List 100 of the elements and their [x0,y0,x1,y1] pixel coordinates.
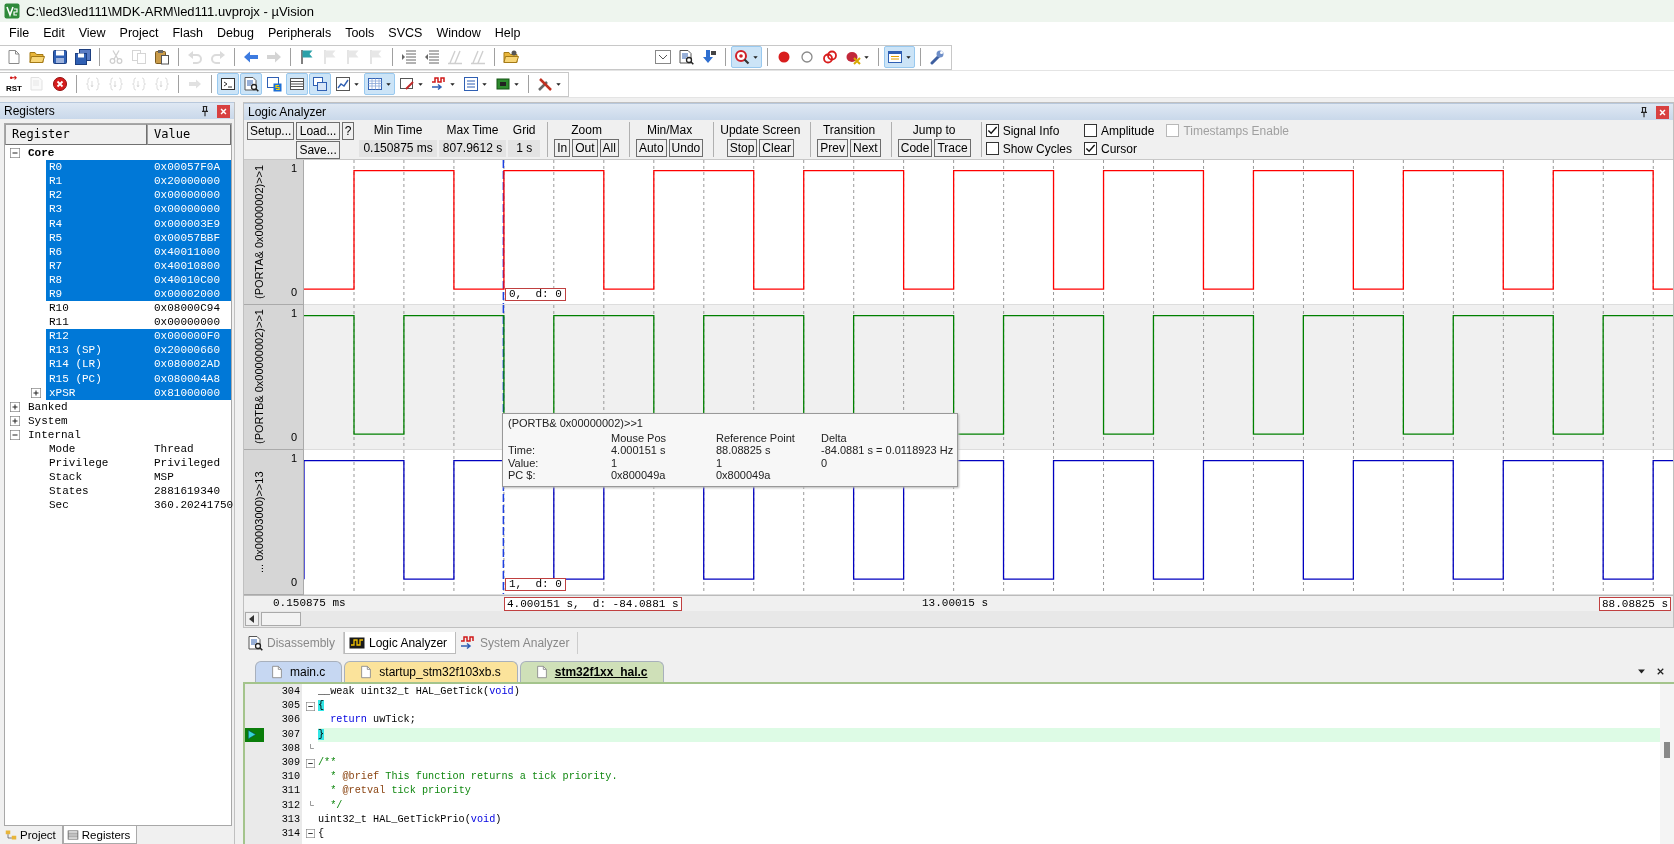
view-tab[interactable]: Logic Analyzer [344,632,457,654]
group-label: Update Screen [720,122,801,138]
register-value: 0x00000000 [154,189,220,202]
menu-item[interactable]: Window [429,24,488,42]
register-name: R8 [49,273,64,286]
toolbar-button[interactable] [240,73,262,95]
button[interactable]: In [554,139,571,157]
menu-item[interactable]: SVCS [381,24,430,42]
toolbar-button[interactable] [72,46,94,68]
menu-item[interactable]: View [71,24,113,42]
plus-box-icon[interactable] [10,401,20,412]
plus-box-icon[interactable] [10,415,20,426]
register-value: 0x00057BBF [154,231,220,244]
button[interactable]: Out [572,139,598,157]
panel-tab[interactable]: Registers [62,826,138,844]
tree-row[interactable]: Stack MSP [46,470,231,485]
scrollbar-thumb[interactable] [261,612,301,626]
register-name: R14 (LR) [49,358,103,371]
close-icon[interactable] [1656,105,1669,119]
button[interactable]: Prev [817,139,849,157]
menu-item[interactable]: Project [112,24,166,42]
menu-item[interactable]: Peripherals [260,24,339,42]
toolbar-button[interactable] [364,73,395,95]
tree-row[interactable]: Mode Thread [46,441,231,457]
tree-row[interactable]: States 2881619340 [46,484,231,499]
scrollbar-thumb[interactable] [1664,742,1670,758]
button[interactable]: Load... [296,122,340,140]
tree-row[interactable]: R2 0x00000000 [46,188,231,203]
menu-item[interactable]: File [2,24,37,42]
tree-row[interactable]: R12 0x000000F0 [46,329,231,344]
file-tab[interactable]: stm32f1xx_hal.c [519,661,665,682]
tree-row[interactable]: Privilege Privileged [46,456,231,471]
dropdown-box-icon [655,49,671,65]
tree-row[interactable]: R1 0x20000000 [46,174,231,189]
tree-row[interactable]: R13 (SP) 0x20000660 [46,343,231,358]
button[interactable]: Clear [759,139,794,157]
tree-row[interactable]: R10 0x08000C94 [46,301,231,316]
pin-icon[interactable] [199,105,211,117]
tooltip-header: Delta [821,431,848,444]
toolbar-button[interactable] [309,73,331,95]
button[interactable]: Undo [668,139,704,157]
button[interactable]: All [599,139,619,157]
button[interactable]: Auto [635,139,667,157]
column-header[interactable]: Value [147,124,231,145]
toolbar-button[interactable]: RST [3,73,25,95]
panel-title: Registers [4,104,55,118]
menu-item[interactable]: Tools [338,24,382,42]
column-header[interactable]: Register [5,124,147,145]
toolbar-button[interactable] [286,73,308,95]
tree-row[interactable]: R3 0x00000000 [46,202,231,217]
file-tab[interactable]: main.c [255,661,343,682]
menu-item[interactable]: Edit [36,24,72,42]
axis-label: 13.00015 s [922,597,988,609]
button[interactable]: Save... [296,141,340,159]
channel-area[interactable]: 0, d: 0 [304,160,1673,305]
toolbar-button[interactable] [731,46,762,68]
checkbox[interactable] [1084,142,1097,155]
button[interactable]: Setup... [247,122,295,140]
tree-row[interactable]: R4 0x000003E9 [46,216,231,231]
pin-icon[interactable] [1638,106,1650,118]
code-line: * @retval tick priority [329,784,472,799]
document-icon [6,49,22,65]
tree-row[interactable]: R14 (LR) 0x080002AD [46,357,231,372]
line-number: 309 [280,755,301,770]
code-line: */ [329,798,344,813]
register-name: R15 (PC) [49,372,103,385]
minus-box-icon[interactable] [305,701,315,711]
close-icon[interactable] [217,104,230,118]
circle-icon [799,49,815,65]
panel-tab[interactable]: Project [2,826,63,844]
button[interactable]: Next [850,139,881,157]
button[interactable]: ? [341,122,355,140]
tree-row[interactable]: Sec 360.20241750 [46,498,234,513]
plus-box-icon[interactable] [31,387,41,398]
toolbar-button[interactable] [217,73,239,95]
scroll-left-button[interactable] [245,612,259,626]
minus-box-icon[interactable] [305,758,315,768]
menu-item[interactable]: Flash [165,24,211,42]
code-line: { [318,826,326,841]
register-name: R9 [49,288,64,300]
tooltip-title: (PORTB& 0x00000002)>>1 [508,417,644,430]
line-number: 311 [280,784,301,799]
tree-row[interactable]: R11 0x00000000 [46,315,231,330]
register-value: 0x20000660 [154,344,220,357]
file-tab[interactable]: startup_stm32f103xb.s [344,661,518,682]
button[interactable]: Code [897,139,933,157]
register-name: R12 [49,330,70,343]
group-label: Transition [822,122,876,138]
tree-row[interactable]: R0 0x00057F0A [46,160,231,175]
menu-item[interactable]: Help [487,24,528,42]
button[interactable]: Stop [726,139,758,157]
checkbox[interactable] [1084,124,1097,137]
checkbox[interactable] [985,124,999,137]
checkbox[interactable] [985,142,999,155]
button[interactable]: Trace [934,139,971,157]
toolbar-button[interactable] [884,46,915,68]
minus-box-icon[interactable] [305,829,315,839]
register-value: 0x000000F0 [154,330,220,343]
menu-item[interactable]: Debug [210,24,261,42]
braces-icon [108,76,124,92]
